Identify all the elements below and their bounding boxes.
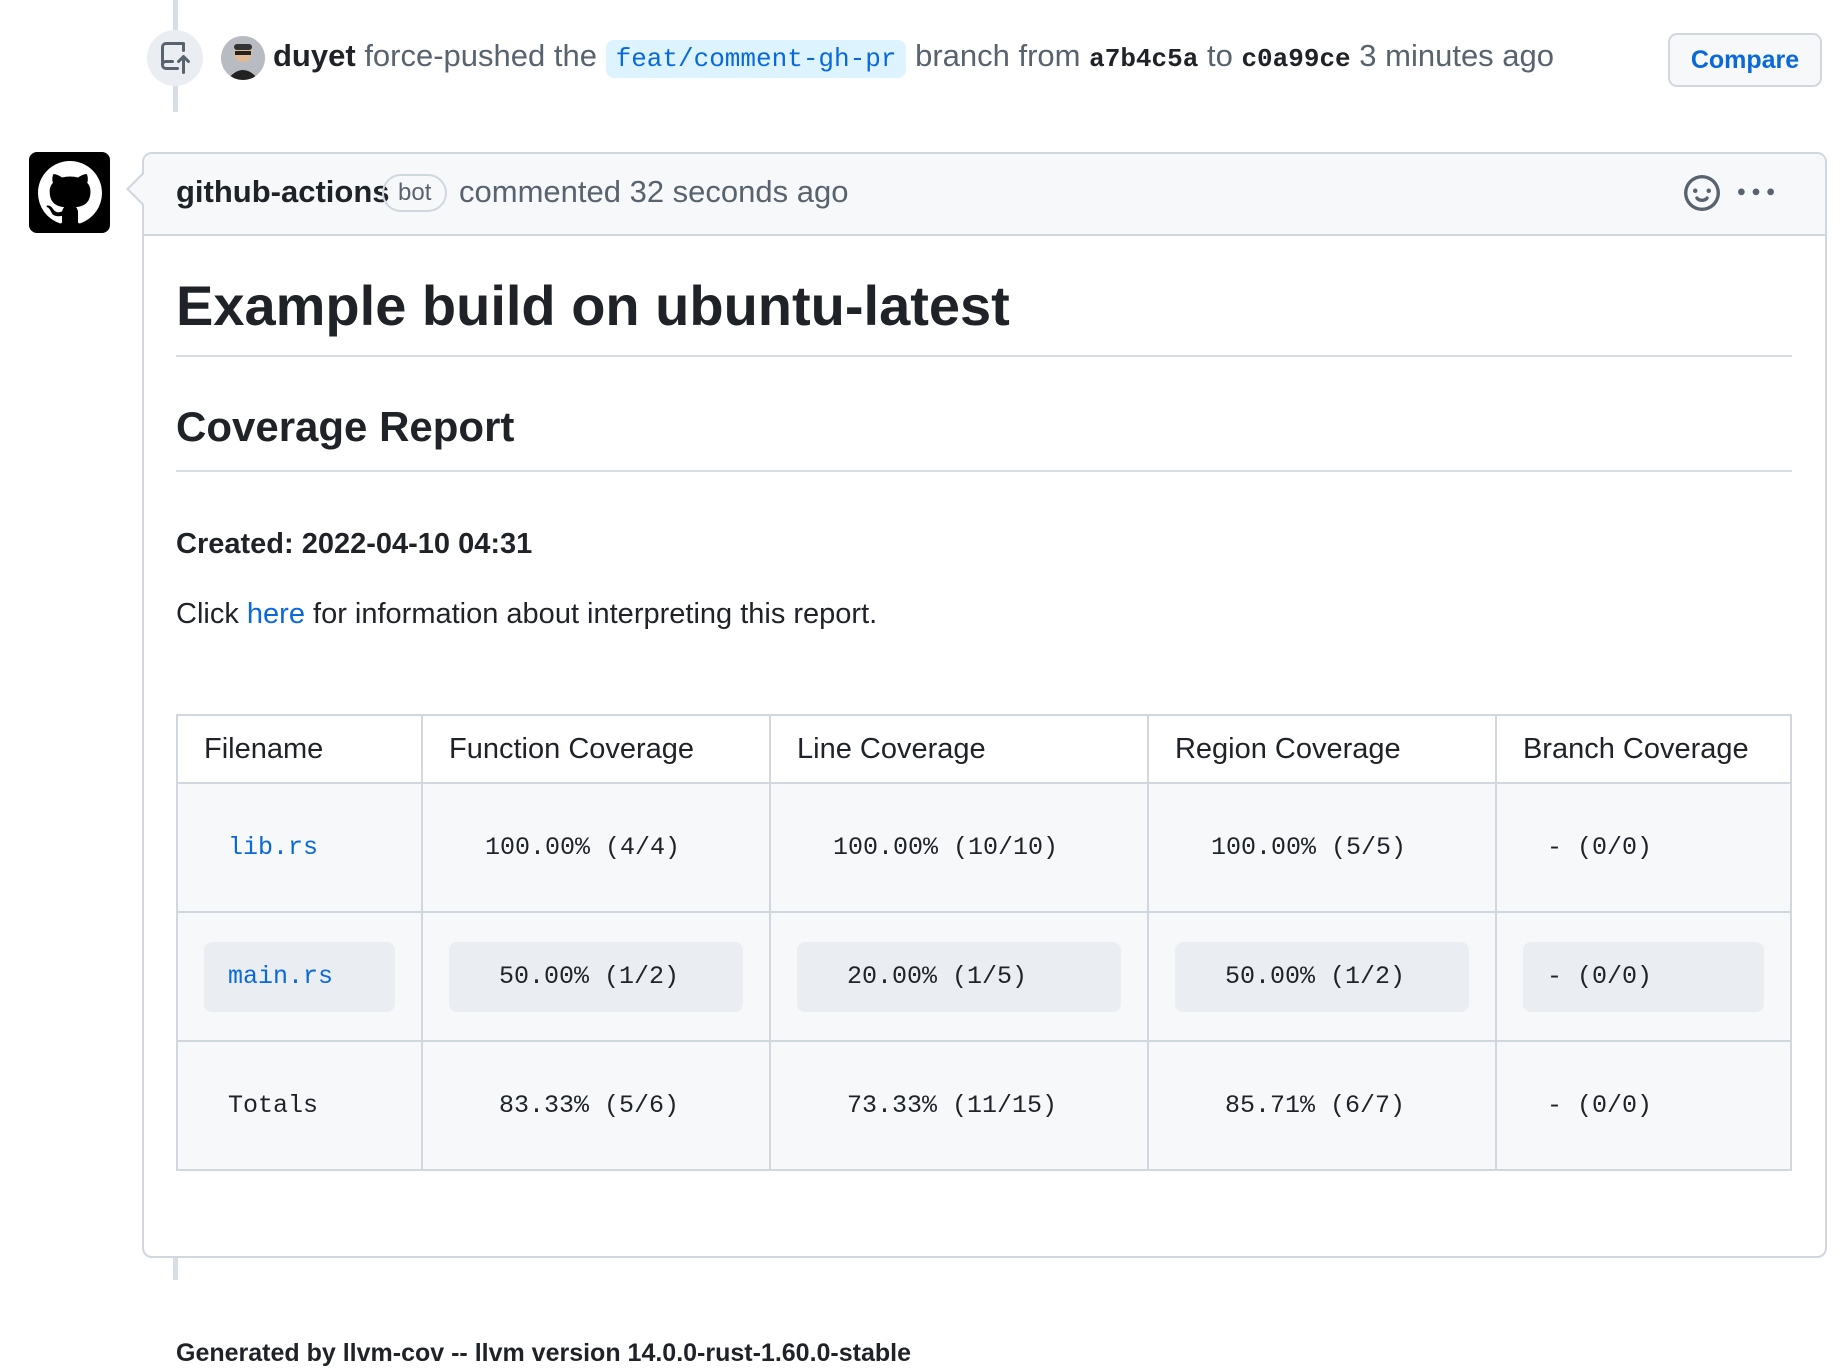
region-coverage: 100.00% (5/5) [1210,832,1407,862]
function-coverage: 83.33% (5/6) [499,1090,680,1120]
push-action-text: force-pushed the [364,38,597,73]
line-coverage: 20.00% (1/5) [797,941,1121,1012]
generated-by-note: Generated by llvm-cov -- llvm version 14… [176,1339,912,1367]
branch-coverage: - (0/0) [1522,941,1764,1012]
push-to-text: to [1206,38,1233,73]
report-title: Example build on ubuntu-latest [176,274,1010,337]
created-date: Created: 2022-04-10 04:31 [176,528,533,560]
function-coverage: 50.00% (1/2) [449,941,743,1012]
totals-label: Totals [228,1090,319,1120]
comment: github-actions bot commented 32 seconds … [142,152,1827,1367]
function-coverage: 100.00% (4/4) [485,832,681,862]
column-header: Line Coverage [769,714,1149,784]
info-prefix: Click [176,598,239,630]
bot-badge: bot [382,174,448,212]
table-cell: - (0/0) [1494,911,1793,1042]
line-coverage: 100.00% (10/10) [833,832,1059,862]
table-row: lib.rs 100.00% (4/4) 100.00% (10/10) 100… [175,782,1793,913]
line-coverage: 73.33% (11/15) [847,1090,1058,1120]
table-header-row: Filename Function Coverage Line Coverage… [175,714,1793,784]
timeline-gap [173,112,178,152]
avatar[interactable] [221,36,265,80]
info-suffix: for information about interpreting this … [313,598,878,630]
file-link-lib[interactable]: lib.rs [204,813,395,883]
table-cell: 50.00% (1/2) [421,911,771,1042]
column-header: Branch Coverage [1494,714,1793,784]
branch-coverage: - (0/0) [1546,1090,1652,1120]
coverage-table: Filename Function Coverage Line Coverage… [175,714,1793,1171]
branch-name[interactable]: feat/comment-gh-pr [605,40,907,78]
file-link-main[interactable]: main.rs [204,941,396,1012]
compare-button[interactable]: Compare [1668,33,1822,87]
table-cell: - (0/0) [1494,1040,1793,1171]
comment-pointer-fill [129,174,144,204]
comment-header: github-actions bot commented 32 seconds … [144,154,1825,236]
info-link[interactable]: here [247,598,305,630]
column-header: Region Coverage [1146,714,1497,784]
table-cell: 73.33% (11/15) [769,1040,1149,1171]
report-subtitle: Coverage Report [176,403,515,450]
table-cell: 100.00% (5/5) [1146,782,1497,913]
region-coverage: 85.71% (6/7) [1224,1090,1405,1120]
comment-timestamp[interactable]: commented 32 seconds ago [459,172,848,212]
column-header: Filename [175,714,424,784]
column-header: Function Coverage [421,714,771,784]
table-cell: lib.rs [175,782,424,913]
push-user-link[interactable]: duyet [273,38,356,73]
push-event: duyet force-pushed the feat/comment-gh-p… [147,24,1827,87]
table-cell: main.rs [175,911,424,1042]
table-cell: 83.33% (5/6) [421,1040,771,1171]
table-cell: Totals [175,1040,424,1171]
table-cell: 100.00% (10/10) [769,782,1149,913]
divider [176,355,1792,357]
table-row: main.rs 50.00% (1/2) 20.00% (1/5) 50.00%… [175,911,1793,1042]
info-line: Click here for information about interpr… [176,594,877,634]
table-cell: 50.00% (1/2) [1146,911,1497,1042]
table-cell: 100.00% (4/4) [421,782,771,913]
smiley-icon[interactable] [1683,174,1721,212]
table-cell: 20.00% (1/5) [769,911,1149,1042]
from-sha-link[interactable]: a7b4c5a [1089,44,1198,74]
region-coverage: 50.00% (1/2) [1174,941,1469,1012]
table-row: Totals 83.33% (5/6) 73.33% (11/15) 85.71… [175,1040,1793,1171]
comment-author[interactable]: github-actions [176,172,390,212]
repo-push-icon [147,30,203,86]
branch-coverage: - (0/0) [1546,832,1652,862]
github-mark-icon[interactable] [29,152,110,233]
table-cell: - (0/0) [1494,782,1793,913]
push-from-text: branch from [915,38,1081,73]
to-sha-link[interactable]: c0a99ce [1241,44,1350,74]
divider [176,470,1792,472]
push-event-text: duyet force-pushed the feat/comment-gh-p… [273,36,1554,79]
table-cell: 85.71% (6/7) [1146,1040,1497,1171]
kebab-horizontal-icon[interactable] [1734,174,1778,212]
push-time[interactable]: 3 minutes ago [1359,38,1554,73]
